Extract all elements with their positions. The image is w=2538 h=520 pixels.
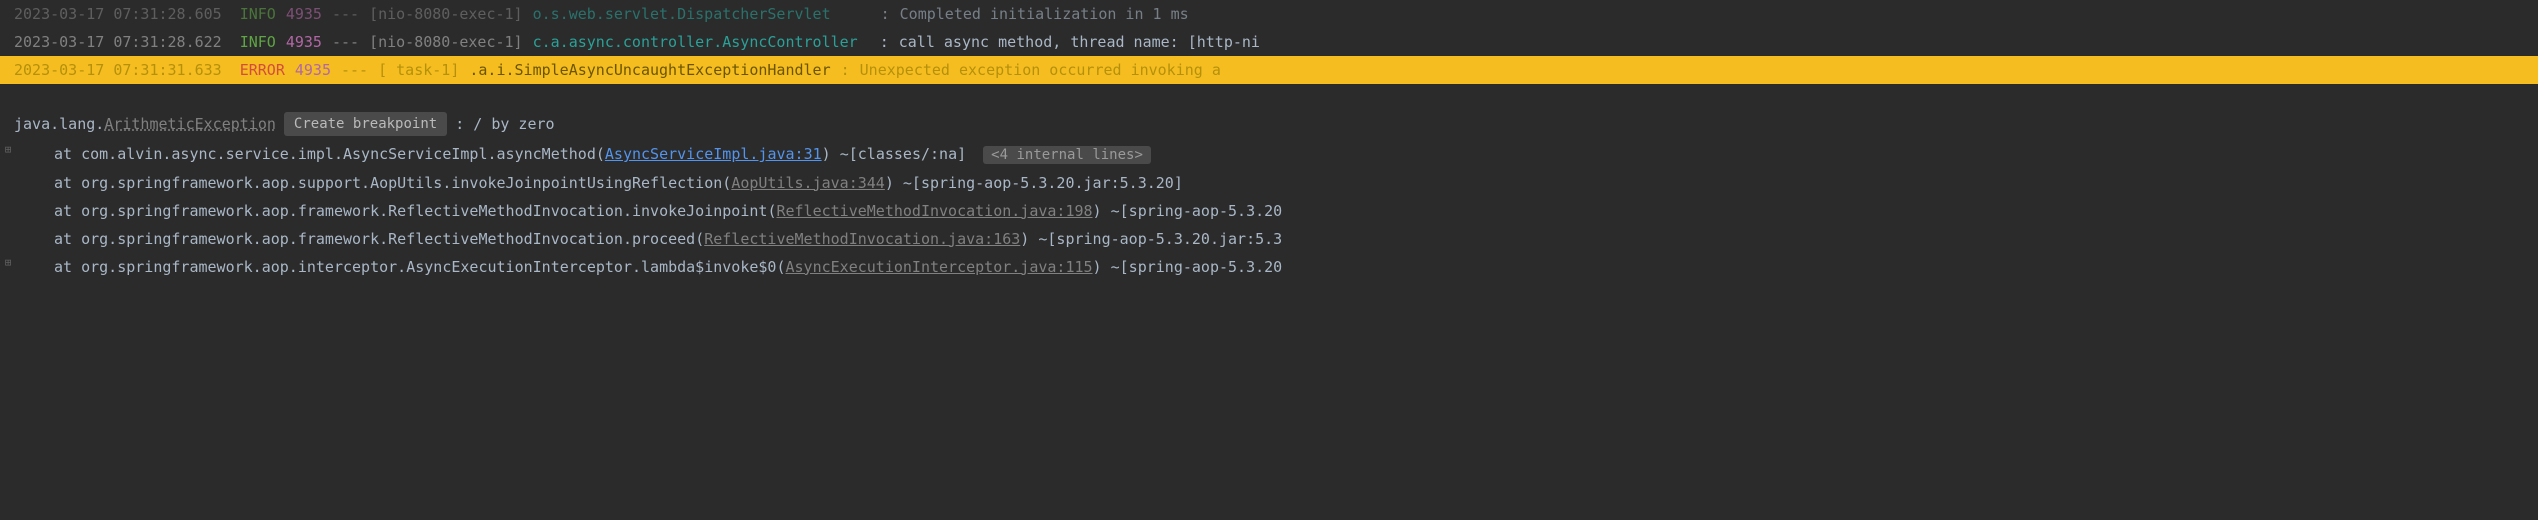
log-colon: :: [881, 2, 890, 26]
paren-close: ): [885, 174, 894, 192]
stack-method: org.springframework.aop.interceptor.Asyn…: [81, 258, 776, 276]
stack-method: org.springframework.aop.framework.Reflec…: [81, 202, 767, 220]
paren-open: (: [722, 174, 731, 192]
stack-method: org.springframework.aop.framework.Reflec…: [81, 230, 695, 248]
log-thread: [ task-1]: [378, 58, 459, 82]
paren-open: (: [695, 230, 704, 248]
source-link[interactable]: AsyncServiceImpl.java:31: [605, 145, 822, 163]
log-thread: [nio-8080-exec-1]: [369, 30, 523, 54]
paren-close: ): [1020, 230, 1029, 248]
log-message: call async method, thread name: [http-ni: [899, 30, 1260, 54]
exception-class-name[interactable]: ArithmeticException: [104, 112, 276, 136]
stack-method: org.springframework.aop.support.AopUtils…: [81, 174, 722, 192]
stack-trace-line: ⊞ at org.springframework.aop.interceptor…: [0, 253, 2538, 281]
stack-trace-line: ⊞ at com.alvin.async.service.impl.AsyncS…: [0, 140, 2538, 168]
jar-info: ~[spring-aop-5.3.20: [1102, 258, 1283, 276]
log-timestamp: 2023-03-17 07:31:31.633: [14, 58, 222, 82]
jar-info: ~[spring-aop-5.3.20: [1102, 202, 1283, 220]
source-link[interactable]: ReflectiveMethodInvocation.java:198: [776, 202, 1092, 220]
log-colon: :: [841, 58, 850, 82]
log-logger: .a.i.SimpleAsyncUncaughtExceptionHandler: [469, 58, 830, 82]
create-breakpoint-button[interactable]: Create breakpoint: [284, 112, 447, 136]
log-level-info: INFO: [240, 2, 276, 26]
internal-lines-badge[interactable]: <4 internal lines>: [983, 146, 1151, 164]
source-link[interactable]: ReflectiveMethodInvocation.java:163: [704, 230, 1020, 248]
at-keyword: at: [54, 202, 81, 220]
at-keyword: at: [54, 230, 81, 248]
log-pid: 4935: [286, 2, 322, 26]
log-colon: :: [880, 30, 889, 54]
paren-open: (: [596, 145, 605, 163]
jar-info: ~[spring-aop-5.3.20.jar:5.3.20]: [894, 174, 1183, 192]
stack-trace-line: at org.springframework.aop.support.AopUt…: [0, 169, 2538, 197]
expand-icon[interactable]: ⊞: [2, 257, 14, 269]
log-level-info: INFO: [240, 30, 276, 54]
log-timestamp: 2023-03-17 07:31:28.622: [14, 30, 222, 54]
log-logger: o.s.web.servlet.DispatcherServlet: [533, 2, 831, 26]
log-line-error-highlighted[interactable]: 2023-03-17 07:31:31.633 ERROR 4935 --- […: [0, 56, 2538, 84]
jar-info: ~[classes/:na]: [831, 145, 966, 163]
log-dashes: ---: [341, 58, 368, 82]
source-link[interactable]: AsyncExecutionInterceptor.java:115: [786, 258, 1093, 276]
paren-close: ): [1093, 202, 1102, 220]
exception-class-prefix: java.lang.: [14, 112, 104, 136]
log-line: 2023-03-17 07:31:28.622 INFO 4935 --- [n…: [0, 28, 2538, 56]
exception-header: java.lang.ArithmeticException Create bre…: [0, 108, 2538, 140]
log-logger: c.a.async.controller.AsyncController: [533, 30, 858, 54]
log-line: 2023-03-17 07:31:28.605 INFO 4935 --- [n…: [0, 0, 2538, 28]
paren-close: ): [1093, 258, 1102, 276]
paren-close: ): [822, 145, 831, 163]
jar-info: ~[spring-aop-5.3.20.jar:5.3: [1029, 230, 1282, 248]
stack-trace-line: at org.springframework.aop.framework.Ref…: [0, 225, 2538, 253]
log-message: Completed initialization in 1 ms: [900, 2, 1189, 26]
stack-method: com.alvin.async.service.impl.AsyncServic…: [81, 145, 596, 163]
source-link[interactable]: AopUtils.java:344: [731, 174, 885, 192]
at-keyword: at: [54, 174, 81, 192]
stack-trace-line: at org.springframework.aop.framework.Ref…: [0, 197, 2538, 225]
log-message: Unexpected exception occurred invoking a: [860, 58, 1221, 82]
at-keyword: at: [54, 145, 81, 163]
log-dashes: ---: [332, 2, 359, 26]
log-level-error: ERROR: [240, 58, 285, 82]
log-timestamp: 2023-03-17 07:31:28.605: [14, 2, 222, 26]
exception-message: : / by zero: [455, 112, 554, 136]
log-pid: 4935: [286, 30, 322, 54]
log-thread: [nio-8080-exec-1]: [369, 2, 523, 26]
at-keyword: at: [54, 258, 81, 276]
expand-icon[interactable]: ⊞: [2, 144, 14, 156]
log-dashes: ---: [332, 30, 359, 54]
paren-open: (: [776, 258, 785, 276]
log-pid: 4935: [295, 58, 331, 82]
blank-line: [0, 84, 2538, 108]
